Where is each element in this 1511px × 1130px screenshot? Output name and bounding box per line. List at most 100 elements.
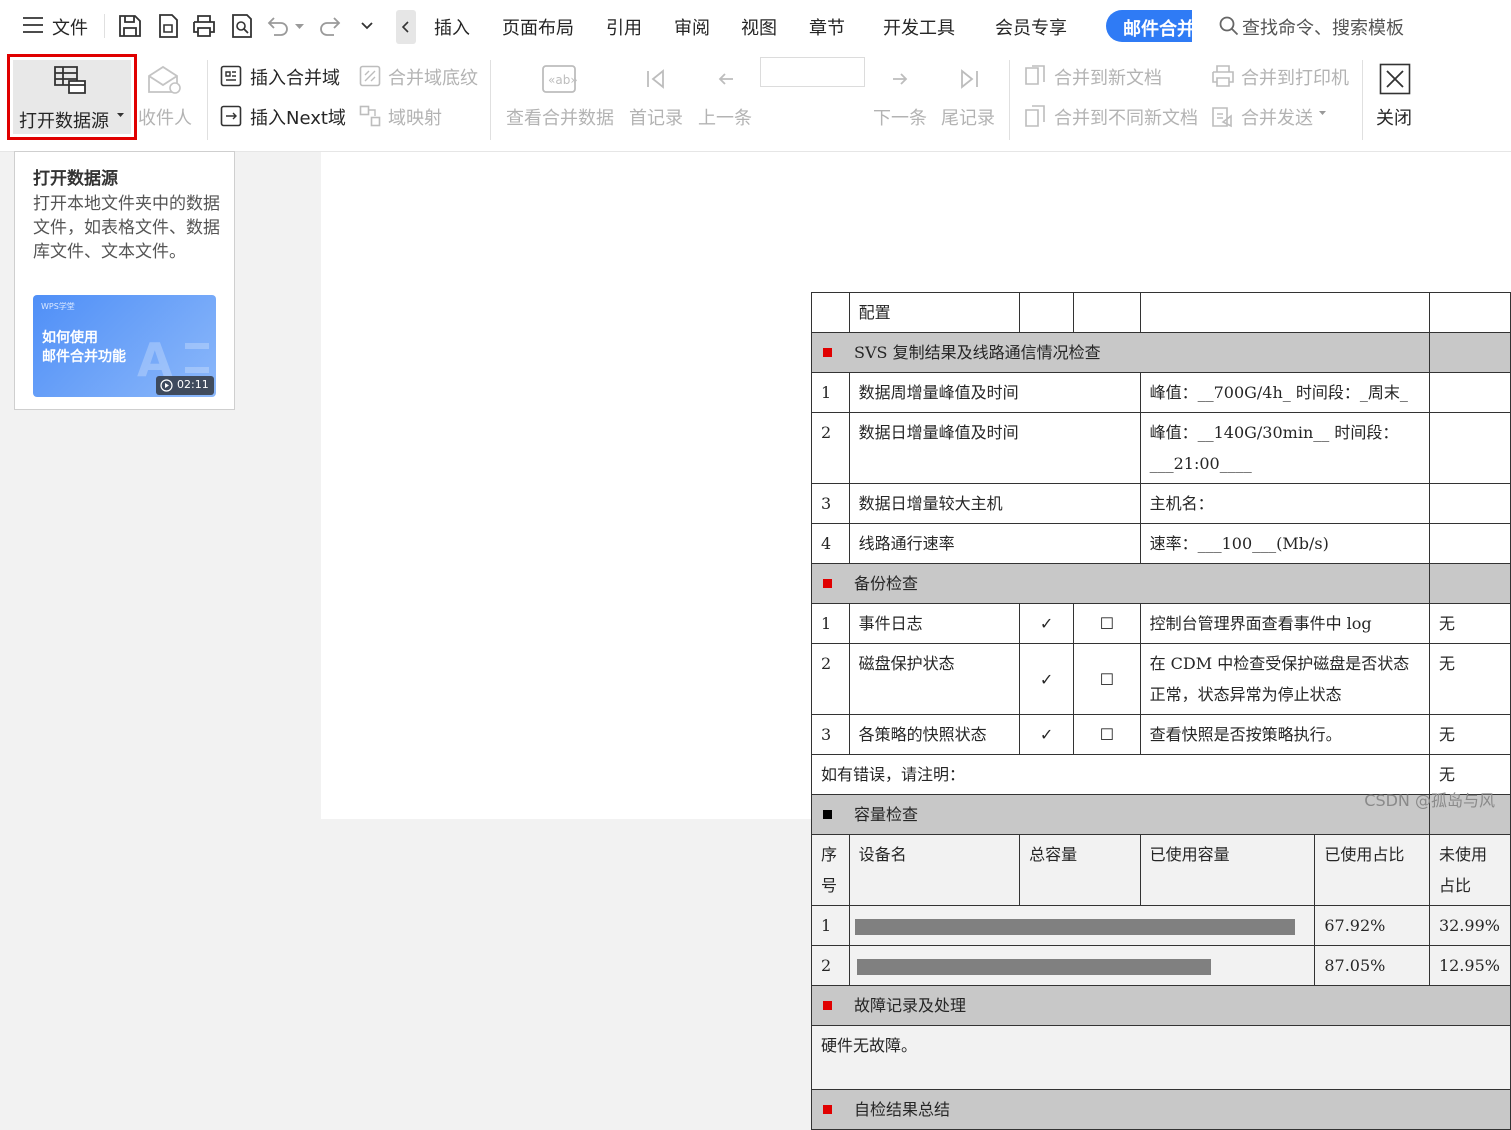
check-result: 无 xyxy=(1429,715,1510,755)
last-record-icon xyxy=(958,69,980,89)
inspection-table: 配置 SVS 复制结果及线路通信情况检查 1 数据周增量峰值及时间 峰值：__7… xyxy=(811,292,1511,1130)
open-data-source-button[interactable]: 打开数据源 xyxy=(7,54,137,140)
table-row: 3 数据日增量较大主机 主机名： xyxy=(812,484,1511,524)
tab-mail-merge-label: 邮件合并 xyxy=(1123,15,1192,41)
check-description: 控制台管理界面查看事件中 log xyxy=(1140,604,1429,644)
table-row: 1 67.92% 32.99% xyxy=(812,906,1511,946)
close-mail-merge-button[interactable]: 关闭 xyxy=(1374,62,1416,144)
next-record-button[interactable]: 下一条 xyxy=(873,104,927,130)
tab-page-layout[interactable]: 页面布局 xyxy=(502,14,574,40)
table-row: 硬件无故障。 xyxy=(812,1026,1511,1090)
video-title-line1: 如何使用 xyxy=(42,327,98,347)
section-header-row: 自检结果总结 xyxy=(812,1090,1511,1130)
column-header: 已使用占比 xyxy=(1315,835,1430,906)
table-row: 2 数据日增量峰值及时间 峰值：__140G/30min__ 时间段：___21… xyxy=(812,413,1511,484)
tab-developer[interactable]: 开发工具 xyxy=(883,14,955,40)
merge-to-new-doc-icon xyxy=(1024,64,1048,88)
used-percent: 87.05% xyxy=(1315,946,1430,986)
table-row: 2 磁盘保护状态 ✓ ☐ 在 CDM 中检查受保护磁盘是否状态正常，状态异常为停… xyxy=(812,644,1511,715)
insert-merge-field-button[interactable]: 插入合并域 xyxy=(250,64,340,90)
row-number: 1 xyxy=(812,906,850,946)
search-input[interactable]: 查找命令、搜索模板 xyxy=(1242,14,1404,40)
prev-record-icon xyxy=(717,71,735,87)
close-icon xyxy=(1379,63,1411,95)
video-duration: 02:11 xyxy=(177,378,209,391)
file-menu-button[interactable]: 文件 xyxy=(20,12,96,40)
recipients-button[interactable]: 收件人 xyxy=(138,104,192,130)
divider xyxy=(207,60,208,140)
record-number-input[interactable] xyxy=(760,57,865,87)
check-item: 事件日志 xyxy=(849,604,1019,644)
merge-to-different-docs-button[interactable]: 合并到不同新文档 xyxy=(1054,104,1198,130)
insert-merge-field-icon xyxy=(220,65,242,87)
check-item: 线路通行速率 xyxy=(849,524,1140,564)
redacted-cell xyxy=(849,946,1315,986)
tutorial-video-thumbnail[interactable]: WPS学堂 如何使用 邮件合并功能 A 02:11 xyxy=(33,295,216,397)
divider xyxy=(1362,60,1363,140)
mail-merge-ribbon: 打开数据源 收件人 插入合并域 合并域底纹 插入Next域 域映射 «ab» 查… xyxy=(0,52,1511,152)
video-title-line2: 邮件合并功能 xyxy=(42,346,126,366)
section-header-row: 备份检查 xyxy=(812,564,1511,604)
check-result: 无 xyxy=(1429,604,1510,644)
column-header: 已使用容量 xyxy=(1140,835,1315,906)
config-cell: 配置 xyxy=(849,293,1019,333)
tab-insert[interactable]: 插入 xyxy=(434,14,470,40)
redaction-bar xyxy=(855,919,1295,935)
table-row: 3 各策略的快照状态 ✓ ☐ 查看快照是否按策略执行。 无 xyxy=(812,715,1511,755)
tab-mail-merge[interactable]: 邮件合并 xyxy=(1106,10,1192,42)
undo-icon[interactable] xyxy=(266,15,290,37)
merge-send-dropdown-icon[interactable] xyxy=(1319,111,1326,116)
tab-chapter[interactable]: 章节 xyxy=(809,14,845,40)
check-description: 在 CDM 中检查受保护磁盘是否状态正常，状态异常为停止状态 xyxy=(1140,644,1429,715)
divider xyxy=(1009,60,1010,140)
section-title: 备份检查 xyxy=(854,574,918,593)
merge-send-icon xyxy=(1211,104,1235,128)
free-percent: 12.95% xyxy=(1429,946,1510,986)
merge-to-different-docs-icon xyxy=(1024,104,1048,128)
video-duration-badge: 02:11 xyxy=(156,376,214,395)
undo-dropdown-icon[interactable] xyxy=(295,24,304,30)
check-value: 峰值：__140G/30min__ 时间段：___21:00____ xyxy=(1140,413,1429,484)
checkbox-icon: ☐ xyxy=(1074,715,1140,755)
merge-send-button[interactable]: 合并发送 xyxy=(1241,104,1313,130)
row-number: 1 xyxy=(812,604,850,644)
fault-text: 硬件无故障。 xyxy=(812,1026,1511,1090)
print-icon[interactable] xyxy=(191,13,217,39)
open-data-source-label: 打开数据源 xyxy=(19,107,109,133)
divider xyxy=(490,60,491,140)
print-preview-icon[interactable] xyxy=(229,13,255,39)
merge-to-printer-button[interactable]: 合并到打印机 xyxy=(1241,64,1349,90)
redacted-cell xyxy=(849,906,1315,946)
black-bullet-icon xyxy=(823,810,832,819)
first-record-button[interactable]: 首记录 xyxy=(629,104,683,130)
more-dropdown-icon[interactable] xyxy=(360,21,374,31)
prev-record-button[interactable]: 上一条 xyxy=(698,104,752,130)
view-merged-data-button[interactable]: 查看合并数据 xyxy=(506,104,614,130)
merge-to-printer-icon xyxy=(1211,64,1235,88)
table-row: 4 线路通行速率 速率：___100___(Mb/s) xyxy=(812,524,1511,564)
free-percent: 32.99% xyxy=(1429,906,1510,946)
last-record-button[interactable]: 尾记录 xyxy=(941,104,995,130)
checkmark-icon: ✓ xyxy=(1020,604,1074,644)
document-canvas: 配置 SVS 复制结果及线路通信情况检查 1 数据周增量峰值及时间 峰值：__7… xyxy=(321,152,1511,819)
row-number: 4 xyxy=(812,524,850,564)
tab-view[interactable]: 视图 xyxy=(741,14,777,40)
tab-member[interactable]: 会员专享 xyxy=(995,14,1067,40)
save-icon[interactable] xyxy=(117,13,143,39)
checkbox-icon: ☐ xyxy=(1074,644,1140,715)
tab-references[interactable]: 引用 xyxy=(606,14,642,40)
recipients-icon xyxy=(146,64,182,96)
field-mapping-button[interactable]: 域映射 xyxy=(388,104,442,130)
export-pdf-icon[interactable] xyxy=(155,13,181,39)
row-number: 2 xyxy=(812,946,850,986)
merge-to-new-doc-button[interactable]: 合并到新文档 xyxy=(1054,64,1162,90)
red-bullet-icon xyxy=(823,348,832,357)
scroll-left-button[interactable] xyxy=(396,10,416,44)
redo-icon[interactable] xyxy=(318,15,342,37)
merge-field-shading-button[interactable]: 合并域底纹 xyxy=(388,64,478,90)
insert-next-field-button[interactable]: 插入Next域 xyxy=(250,104,346,130)
dropdown-arrow-icon xyxy=(117,113,124,118)
tooltip-title: 打开数据源 xyxy=(33,164,118,189)
tab-review[interactable]: 审阅 xyxy=(674,14,710,40)
play-icon xyxy=(160,379,173,392)
